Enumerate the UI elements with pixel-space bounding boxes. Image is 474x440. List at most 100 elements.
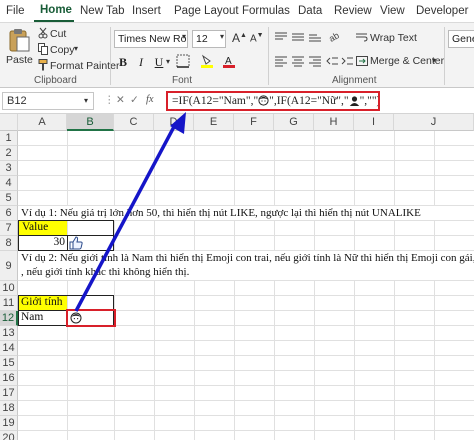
column-header-h[interactable]: H [314, 114, 354, 131]
orientation-icon[interactable]: ab [328, 29, 344, 43]
column-header-e[interactable]: E [194, 114, 234, 131]
select-all-corner[interactable] [0, 114, 18, 131]
decrease-indent-icon[interactable] [326, 55, 338, 67]
tab-view[interactable]: View [374, 0, 410, 22]
gridline [18, 370, 474, 371]
merge-center-dropdown-icon[interactable]: ▾ [432, 56, 436, 65]
row-header-12[interactable]: 12 [0, 311, 18, 326]
column-header-j[interactable]: J [394, 114, 474, 131]
fill-color-icon[interactable] [200, 54, 214, 68]
font-size-dropdown-icon[interactable]: ▾ [220, 32, 224, 41]
row-header-4[interactable]: 4 [0, 176, 18, 191]
tab-new-tab[interactable]: New Tab [74, 0, 126, 22]
row-header-2[interactable]: 2 [0, 146, 18, 161]
row-header-8[interactable]: 8 [0, 236, 18, 251]
gridline [114, 131, 115, 440]
paste-icon[interactable] [8, 27, 30, 53]
row-header-16[interactable]: 16 [0, 371, 18, 386]
cell-a8-value[interactable]: 30 [19, 235, 66, 250]
borders-icon[interactable] [176, 54, 190, 68]
copy-dropdown-icon[interactable]: ▾ [74, 44, 78, 53]
row-header-15[interactable]: 15 [0, 356, 18, 371]
underline-dropdown-icon[interactable]: ▾ [166, 57, 170, 66]
enter-icon[interactable]: ✓ [130, 94, 139, 106]
worksheet-grid[interactable]: A B C D E F G H I J 1 2 3 4 5 6 7 8 9 10… [0, 114, 474, 440]
row-header-14[interactable]: 14 [0, 341, 18, 356]
wrap-text-icon [356, 32, 368, 42]
tab-home[interactable]: Home [34, 0, 74, 22]
cell-a9-example2-line2[interactable]: , nếu giới tính khác thì không hiển thị. [21, 265, 189, 280]
align-center-icon[interactable] [291, 55, 305, 67]
tab-formulas[interactable]: Formulas [236, 0, 292, 22]
column-header-d[interactable]: D [154, 114, 194, 131]
cut-button[interactable]: Cut [50, 28, 66, 40]
align-right-icon[interactable] [308, 55, 322, 67]
row-header-10[interactable]: 10 [0, 281, 18, 296]
font-group-label: Font [172, 75, 193, 86]
row-header-9[interactable]: 9 [0, 251, 18, 281]
row-header-1[interactable]: 1 [0, 131, 18, 146]
formula-input[interactable]: =IF(A12="Nam"," ",IF(A12="Nữ"," ","")) [166, 91, 380, 111]
copy-button[interactable]: Copy [50, 44, 75, 56]
column-header-a[interactable]: A [18, 114, 67, 131]
align-bottom-icon[interactable] [308, 31, 322, 43]
italic-button[interactable]: I [132, 53, 150, 71]
cell-a9-example2-line1[interactable]: Ví dụ 2: Nếu giới tính là Nam thì hiển t… [21, 251, 474, 266]
row-header-19[interactable]: 19 [0, 416, 18, 431]
row-header-20[interactable]: 20 [0, 431, 18, 440]
row-header-3[interactable]: 3 [0, 161, 18, 176]
bold-button[interactable]: B [114, 53, 132, 71]
align-middle-icon[interactable] [291, 31, 305, 43]
gridline [18, 160, 474, 161]
insert-function-button[interactable]: fx [146, 94, 154, 105]
gridline [67, 131, 68, 440]
row-header-5[interactable]: 5 [0, 191, 18, 206]
font-color-icon[interactable]: A [222, 54, 236, 68]
ribbon-separator [110, 27, 111, 85]
column-header-b[interactable]: B [67, 114, 114, 131]
cancel-icon[interactable]: ✕ [116, 94, 125, 106]
align-top-icon[interactable] [274, 31, 288, 43]
table1-vdivider [67, 235, 68, 251]
gridline [394, 131, 395, 440]
row-header-17[interactable]: 17 [0, 386, 18, 401]
column-header-f[interactable]: F [234, 114, 274, 131]
gridline [18, 340, 474, 341]
gridline [274, 131, 275, 440]
paste-button[interactable]: Paste [6, 54, 33, 66]
ribbon-tab-bar: File Home New Tab Insert Page Layout For… [0, 0, 474, 22]
tab-review[interactable]: Review [328, 0, 374, 22]
name-box[interactable]: B12 [2, 92, 94, 110]
thumbs-up-icon [69, 236, 83, 250]
tab-file[interactable]: File [0, 0, 34, 22]
formula-text-part2: ",IF(A12="Nữ"," [269, 95, 349, 107]
font-shrink-icon[interactable]: A▼ [250, 32, 264, 44]
align-left-icon[interactable] [274, 55, 288, 67]
row-header-18[interactable]: 18 [0, 401, 18, 416]
gridline [314, 131, 315, 440]
gridline [154, 131, 155, 440]
row-header-13[interactable]: 13 [0, 326, 18, 341]
row-header-6[interactable]: 6 [0, 206, 18, 221]
cell-a6-example1[interactable]: Ví dụ 1: Nếu giá trị lớn hơn 50, thì hiể… [21, 206, 421, 221]
column-header-c[interactable]: C [114, 114, 154, 131]
column-header-g[interactable]: G [274, 114, 314, 131]
formula-text-part1: =IF(A12="Nam"," [172, 95, 259, 107]
tab-insert[interactable]: Insert [126, 0, 168, 22]
ribbon-separator [268, 27, 269, 85]
row-header-11[interactable]: 11 [0, 296, 18, 311]
increase-indent-icon[interactable] [341, 55, 353, 67]
column-header-i[interactable]: I [354, 114, 394, 131]
gridline [194, 131, 195, 440]
font-grow-icon[interactable]: A▲ [232, 31, 247, 45]
tab-data[interactable]: Data [292, 0, 328, 22]
tab-page-layout[interactable]: Page Layout [168, 0, 239, 22]
cell-a12-gender-value[interactable]: Nam [21, 310, 43, 325]
font-name-select[interactable]: Times New Roman [114, 30, 188, 48]
font-name-dropdown-icon[interactable]: ▾ [182, 32, 186, 41]
number-format-select[interactable]: General [448, 30, 474, 48]
wrap-text-button[interactable]: Wrap Text [370, 32, 417, 44]
tab-developer[interactable]: Developer [410, 0, 474, 22]
name-box-dropdown-icon[interactable]: ▾ [84, 96, 88, 105]
row-header-7[interactable]: 7 [0, 221, 18, 236]
